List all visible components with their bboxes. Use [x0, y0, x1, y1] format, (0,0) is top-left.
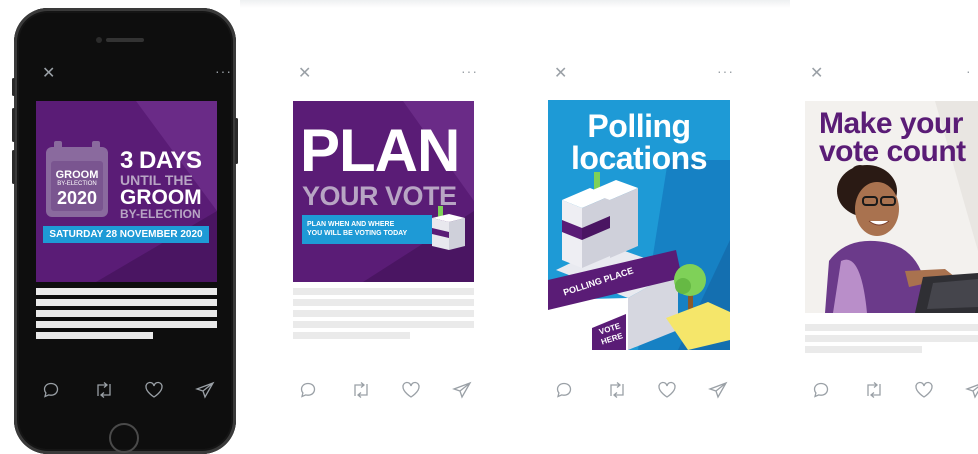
reply-icon[interactable] — [42, 381, 93, 399]
post-text-placeholder-4 — [805, 324, 978, 357]
post-actions-1 — [42, 381, 246, 399]
post-graphic-2: PLAN YOUR VOTE PLAN WHEN AND WHERE YOU W… — [293, 101, 474, 282]
post-graphic-1: GROOM BY-ELECTION 2020 3 DAYS UNTIL THE … — [36, 101, 217, 282]
post-graphic-4: Make your vote count — [805, 101, 978, 313]
retweet-icon[interactable] — [606, 381, 657, 399]
polling-title-line2: locations — [571, 140, 707, 176]
reply-icon[interactable] — [555, 381, 606, 399]
retweet-icon[interactable] — [863, 381, 914, 399]
ballot-box-icon — [432, 206, 465, 250]
post-actions-4 — [812, 381, 978, 399]
like-icon[interactable] — [657, 381, 708, 399]
share-icon[interactable] — [452, 381, 503, 399]
phone-home-button[interactable] — [109, 423, 139, 453]
days-count: 3 DAYS — [120, 147, 202, 174]
share-icon[interactable] — [965, 381, 978, 399]
share-icon[interactable] — [708, 381, 759, 399]
phone-volume-up — [12, 108, 15, 142]
more-icon[interactable]: · — [966, 63, 971, 79]
more-icon[interactable]: ··· — [717, 63, 734, 79]
top-shadow — [240, 0, 790, 8]
phone-camera — [96, 37, 102, 43]
post-actions-3 — [555, 381, 759, 399]
badge-year: 2020 — [56, 188, 98, 208]
by-election-text: BY-ELECTION — [120, 207, 201, 221]
close-icon[interactable]: ✕ — [810, 66, 824, 82]
reply-icon[interactable] — [299, 381, 350, 399]
post-text-placeholder-1 — [36, 288, 217, 343]
phone-mute-switch — [12, 78, 15, 96]
phone-power-button — [235, 118, 238, 164]
date-banner: SATURDAY 28 NOVEMBER 2020 — [43, 226, 209, 243]
like-icon[interactable] — [401, 381, 452, 399]
reply-icon[interactable] — [812, 381, 863, 399]
post-text-placeholder-2 — [293, 288, 474, 343]
more-icon[interactable]: ··· — [461, 63, 478, 79]
plan-banner: PLAN WHEN AND WHERE YOU WILL BE VOTING T… — [302, 215, 432, 244]
badge-top: GROOM — [55, 169, 99, 181]
calendar-icon: GROOM BY-ELECTION 2020 — [46, 141, 108, 217]
close-icon[interactable]: ✕ — [554, 66, 568, 82]
share-icon[interactable] — [195, 381, 246, 399]
make-title-line2: vote count — [819, 135, 966, 168]
like-icon[interactable] — [914, 381, 965, 399]
badge-mid: BY-ELECTION — [57, 181, 97, 187]
close-icon[interactable]: ✕ — [298, 66, 312, 82]
retweet-icon[interactable] — [350, 381, 401, 399]
close-icon[interactable]: ✕ — [42, 66, 56, 82]
like-icon[interactable] — [144, 381, 195, 399]
plan-title: PLAN — [300, 117, 460, 184]
plan-banner-line1: PLAN WHEN AND WHERE — [307, 221, 395, 228]
date-banner-text: SATURDAY 28 NOVEMBER 2020 — [49, 229, 203, 240]
more-icon[interactable]: ··· — [215, 63, 232, 79]
phone-volume-down — [12, 150, 15, 184]
retweet-icon[interactable] — [93, 381, 144, 399]
phone-speaker — [106, 38, 144, 42]
post-actions-2 — [299, 381, 503, 399]
post-graphic-3: Polling locations POLLING PLACE VOTE HER… — [548, 100, 730, 350]
plan-banner-line2: YOU WILL BE VOTING TODAY — [307, 230, 408, 237]
